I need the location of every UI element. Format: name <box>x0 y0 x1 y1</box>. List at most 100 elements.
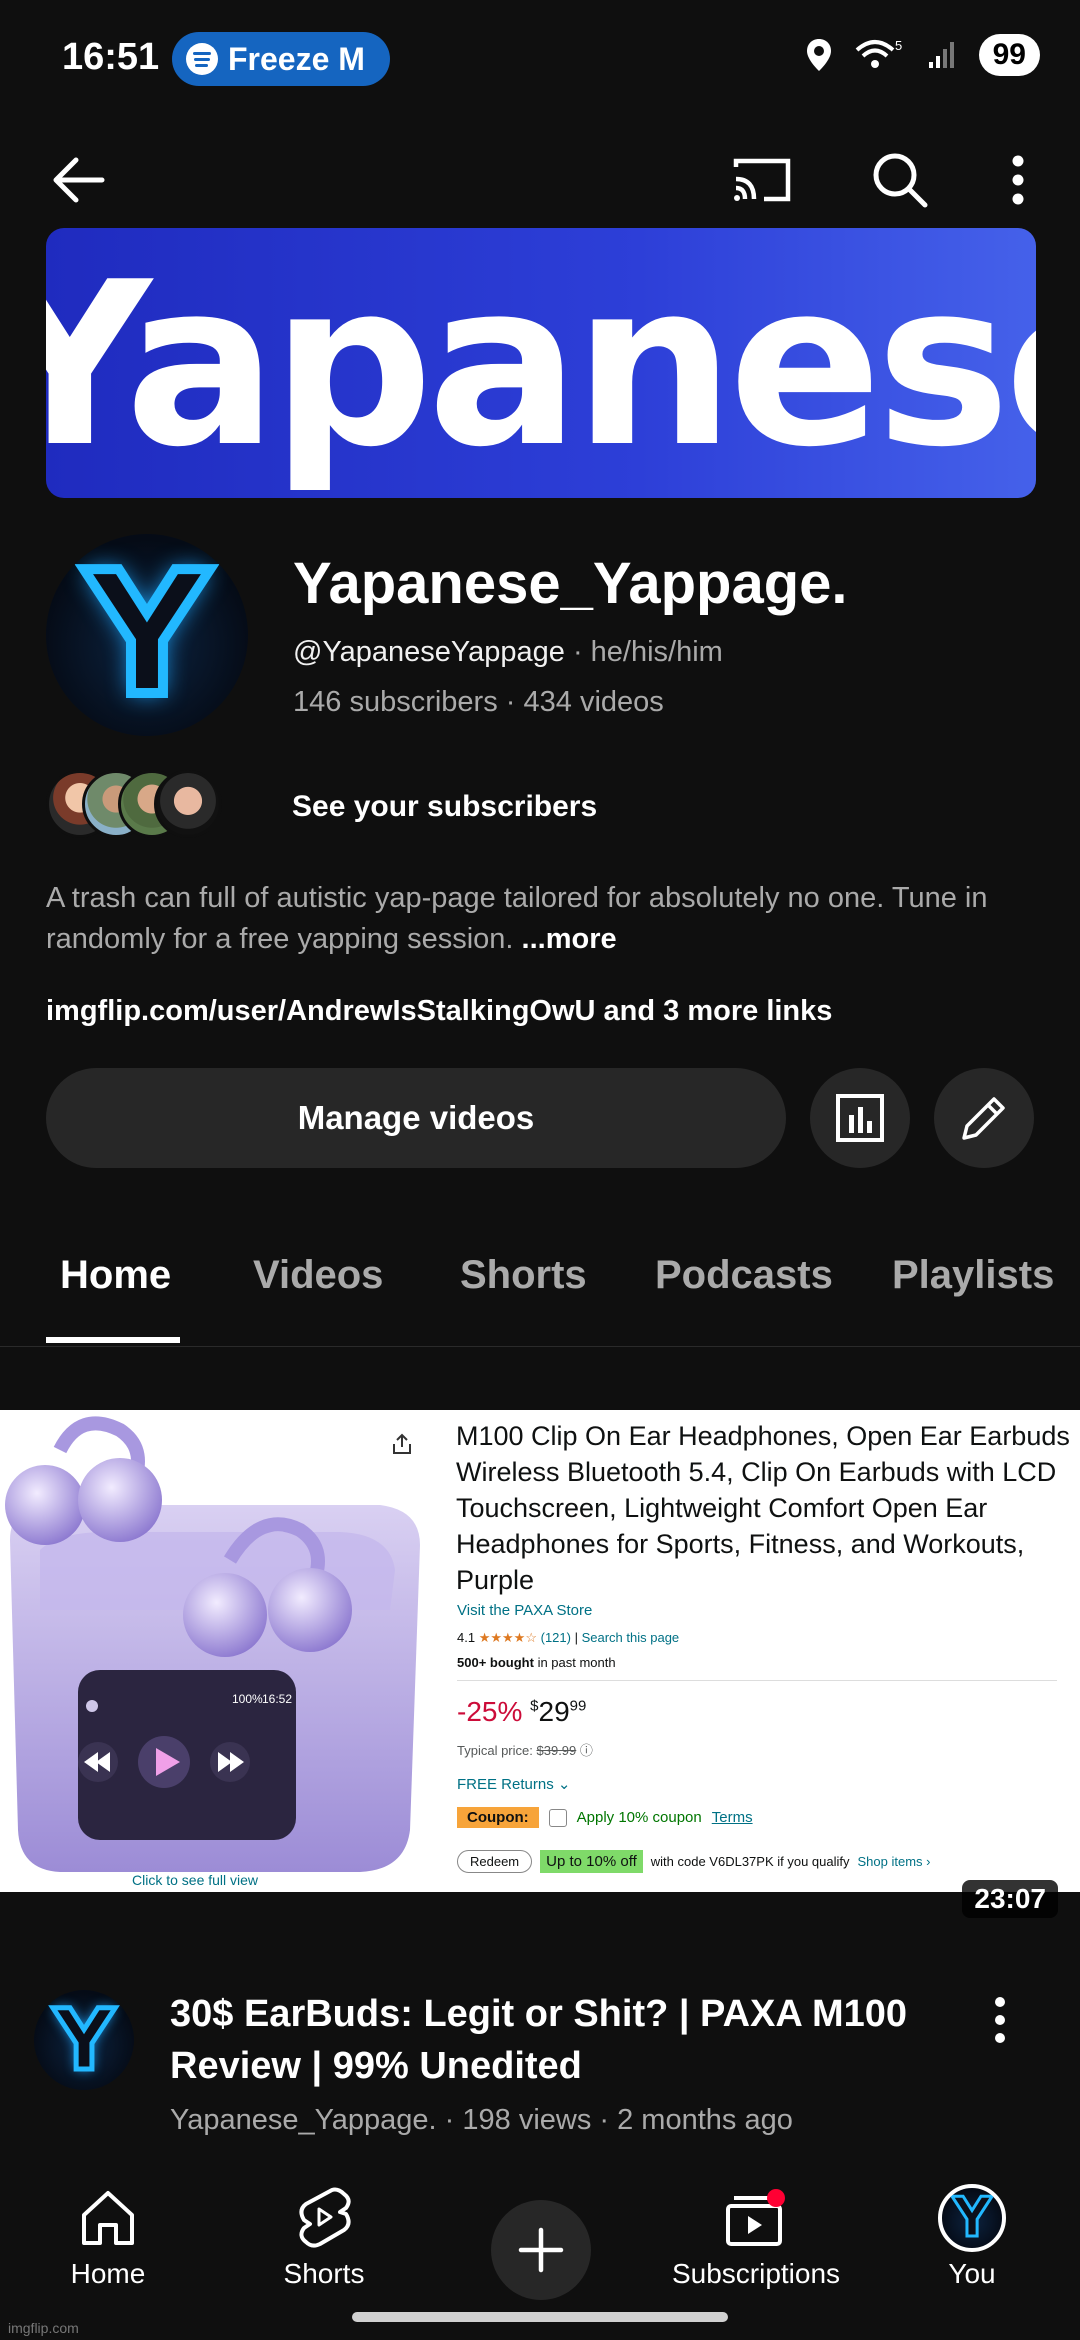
you-avatar: Y <box>938 2184 1006 2252</box>
home-icon <box>82 2191 134 2245</box>
status-icons: 5 99 <box>805 34 1040 76</box>
search-button[interactable] <box>840 120 960 240</box>
analytics-icon <box>836 1094 884 1142</box>
more-vert-icon <box>1012 155 1024 205</box>
channel-description[interactable]: A trash can full of autistic yap-page ta… <box>46 878 1046 960</box>
store-link: Visit the PAXA Store <box>457 1602 593 1619</box>
cast-icon <box>733 158 791 202</box>
video-count: 434 videos <box>523 686 664 718</box>
nav-subscriptions-label: Subscriptions <box>671 2258 841 2289</box>
nav-home-label: Home <box>70 2258 146 2289</box>
arrow-left-icon <box>53 157 105 203</box>
redeem-row: Redeem Up to 10% off with code V6DL37PK … <box>457 1850 930 1873</box>
wifi-icon: 5 <box>855 38 902 68</box>
video-thumbnail[interactable]: 100% 16:52 M100 Clip On Ear Headphones, … <box>0 1410 1080 1892</box>
typical-price: Typical price: $39.99 ⓘ <box>457 1743 593 1758</box>
avatar-letter: Y <box>80 536 213 734</box>
manage-videos-button[interactable]: Manage videos <box>46 1068 786 1168</box>
active-tab-indicator <box>46 1337 180 1343</box>
video-options-button[interactable] <box>975 1990 1025 2050</box>
tab-videos[interactable]: Videos <box>253 1253 383 1298</box>
coupon-text: Apply 10% coupon <box>576 1809 702 1826</box>
description-text: A trash can full of autistic yap-page ta… <box>46 882 988 955</box>
avatar-letter: Y <box>51 1991 117 2089</box>
divider <box>457 1680 1057 1681</box>
earbuds-product-image: 100% 16:52 <box>5 1416 420 1872</box>
price-row: -25% $2999 <box>457 1696 587 1727</box>
rating-stars: ★★★★☆ <box>478 1630 537 1645</box>
screen-battery: 100% <box>232 1692 263 1706</box>
shop-items-link: Shop items › <box>857 1854 931 1869</box>
app-bar <box>0 120 1080 240</box>
product-title: M100 Clip On Ear Headphones, Open Ear Ea… <box>456 1421 1070 1595</box>
svg-text:5: 5 <box>895 38 902 53</box>
discount-percent: -25% <box>457 1696 523 1727</box>
channel-links[interactable]: imgflip.com/user/AndrewIsStalkingOwU and… <box>46 995 832 1028</box>
channel-banner[interactable]: Yapanese <box>46 228 1036 498</box>
channel-tabs: Home Videos Shorts Podcasts Playlists <box>0 1225 1080 1347</box>
coupon-tag: Coupon: <box>457 1807 539 1828</box>
nav-shorts[interactable]: Shorts <box>224 2178 424 2290</box>
free-returns: FREE Returns ⌄ <box>457 1776 571 1793</box>
cell-signal-icon <box>928 42 954 68</box>
video-meta: Yapanese_Yappage. · 198 views · 2 months… <box>170 2104 793 2136</box>
now-playing-text: Freeze M <box>228 40 365 77</box>
tab-playlists[interactable]: Playlists <box>892 1253 1054 1298</box>
back-button[interactable] <box>18 120 138 240</box>
analytics-button[interactable] <box>810 1068 910 1168</box>
search-page-link: Search this page <box>581 1630 680 1645</box>
see-subscribers-link[interactable]: See your subscribers <box>292 790 597 824</box>
more-vert-icon <box>995 1997 1005 2043</box>
channel-stats: 146 subscribers · 434 videos <box>293 686 664 718</box>
edit-channel-button[interactable] <box>934 1068 1034 1168</box>
price-whole: 29 <box>538 1696 570 1727</box>
channel-name: Yapanese_Yappage. <box>293 551 848 616</box>
subscriber-count: 146 subscribers <box>293 686 498 718</box>
coupon-checkbox <box>548 1808 567 1827</box>
video-title[interactable]: 30$ EarBuds: Legit or Shit? | PAXA M100 … <box>170 1988 950 2092</box>
nav-home[interactable]: Home <box>8 2178 208 2290</box>
screen-bluetooth-icon <box>86 1700 98 1712</box>
tab-shorts[interactable]: Shorts <box>460 1253 587 1298</box>
battery-indicator: 99 <box>978 34 1040 76</box>
share-icon <box>393 1433 411 1454</box>
create-button[interactable] <box>491 2200 591 2300</box>
terms-link: Terms <box>711 1809 753 1826</box>
nav-you-label: You <box>948 2258 996 2289</box>
subscriber-avatar <box>154 770 222 838</box>
banner-text: Yapanese <box>46 234 1036 497</box>
nav-you[interactable]: Y You <box>872 2178 1072 2290</box>
status-bar: 16:51 Freeze M 5 99 <box>0 0 1080 120</box>
subscriber-avatars[interactable] <box>46 770 266 840</box>
imgflip-watermark: imgflip.com <box>8 2320 79 2336</box>
status-time: 16:51 <box>62 36 160 78</box>
coupon-row: Coupon: Apply 10% coupon Terms <box>457 1807 753 1828</box>
search-icon <box>873 153 928 208</box>
screen-time: 16:52 <box>262 1692 292 1706</box>
video-channel-avatar[interactable]: Y <box>34 1990 134 2090</box>
channel-pronouns: he/his/him <box>590 636 723 668</box>
rating-value: 4.1 <box>457 1630 476 1645</box>
click-full-view: Click to see full view <box>132 1872 259 1888</box>
home-indicator[interactable] <box>352 2312 728 2322</box>
channel-avatar[interactable]: Y <box>46 534 248 736</box>
channel-handle-row: @YapaneseYappage · he/his/him <box>293 636 723 668</box>
pencil-icon <box>962 1097 1005 1140</box>
review-count: (121) <box>540 1630 571 1645</box>
code-text: with code V6DL37PK if you qualify <box>650 1854 850 1869</box>
spotify-icon <box>186 43 218 75</box>
nav-subscriptions[interactable]: Subscriptions <box>656 2178 856 2290</box>
plus-icon <box>518 2227 564 2273</box>
now-playing-pill[interactable]: Freeze M <box>172 32 390 86</box>
channel-handle: @YapaneseYappage <box>293 636 565 668</box>
cast-button[interactable] <box>702 120 822 240</box>
tab-podcasts[interactable]: Podcasts <box>655 1253 833 1298</box>
tab-home[interactable]: Home <box>60 1253 171 1298</box>
more-options-button[interactable] <box>958 120 1078 240</box>
video-duration: 23:07 <box>962 1880 1058 1918</box>
rating-row: 4.1 ★★★★☆ (121) | Search this page <box>457 1630 680 1645</box>
up-to-badge: Up to 10% off <box>540 1850 643 1873</box>
subscriptions-icon <box>726 2189 785 2246</box>
description-more-link[interactable]: ...more <box>522 923 617 955</box>
redeem-button: Redeem <box>457 1850 533 1873</box>
